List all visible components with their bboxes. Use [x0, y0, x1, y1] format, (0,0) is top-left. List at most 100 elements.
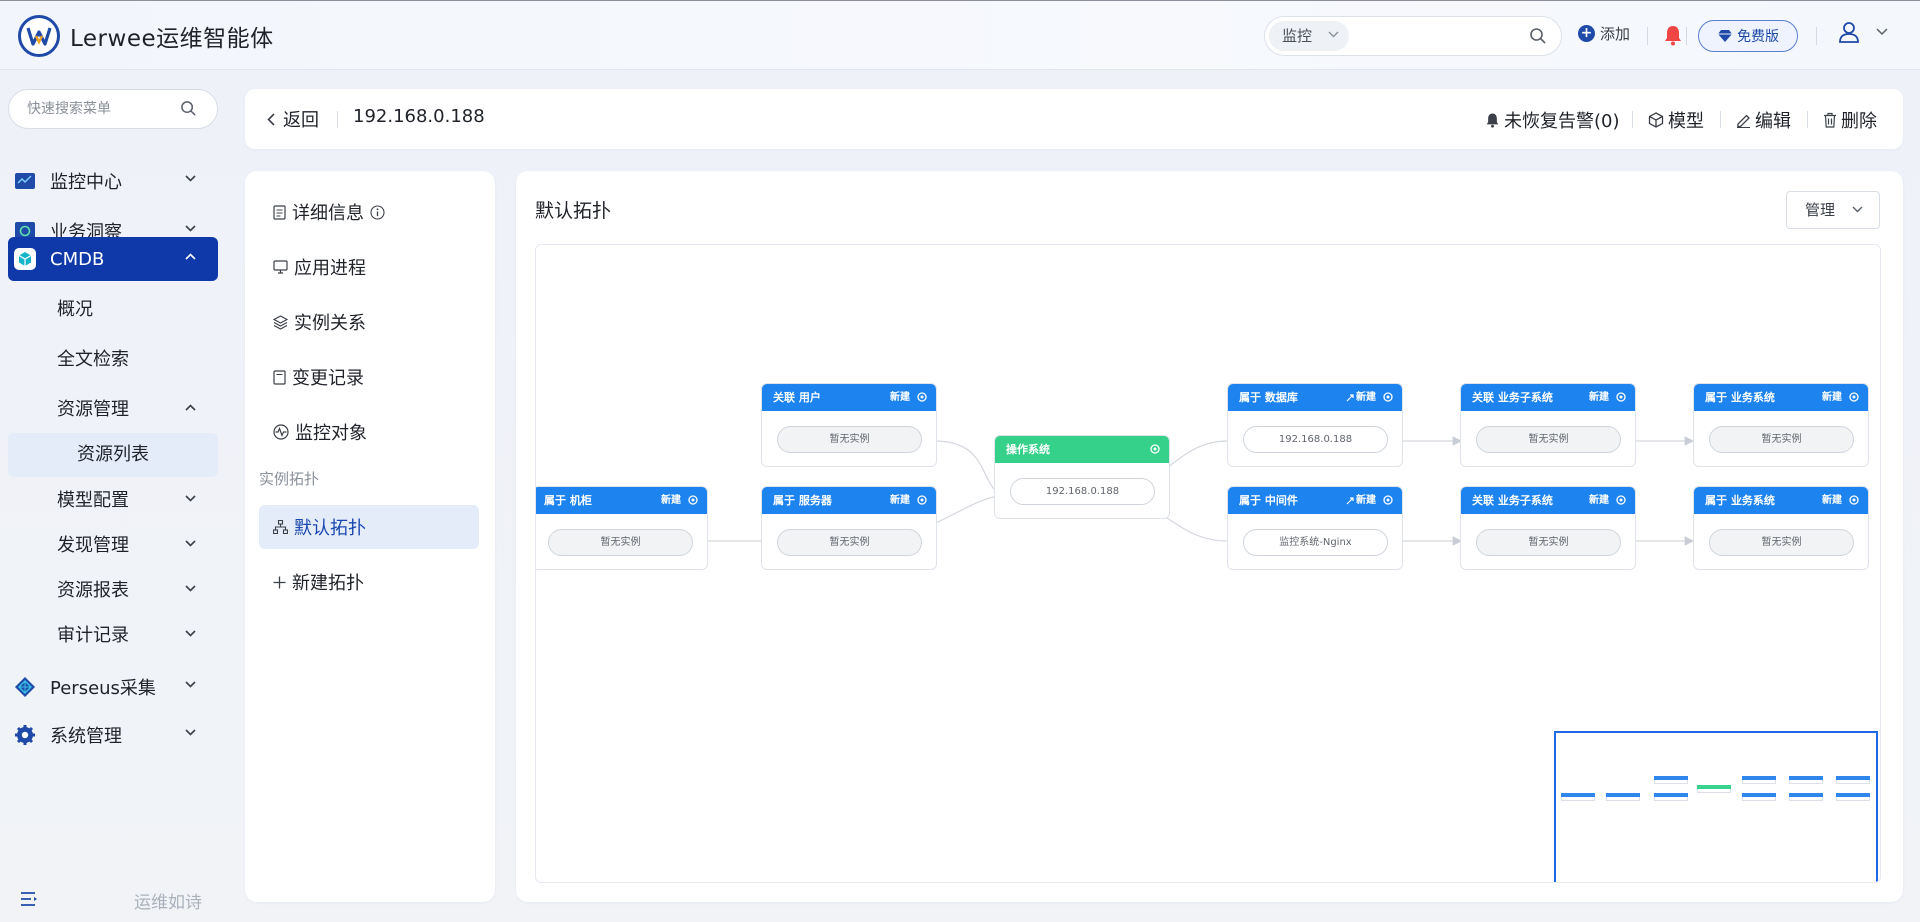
node-new-label: 新建 — [1822, 392, 1842, 403]
sidebar-item-perseus[interactable]: Perseus采集 — [8, 665, 218, 709]
node-new-button[interactable]: 新建 — [1589, 384, 1609, 411]
search-icon[interactable] — [180, 100, 197, 117]
node-new-button[interactable]: 新建 — [1589, 487, 1609, 514]
gear-icon[interactable] — [1382, 391, 1394, 403]
chevron-down-icon — [185, 225, 196, 232]
global-search[interactable]: 监控 — [1264, 16, 1562, 56]
sidebar-item-cmdb[interactable]: CMDB — [8, 237, 218, 281]
node-new-button[interactable]: 新建 — [1822, 384, 1842, 411]
gear-icon[interactable] — [1615, 494, 1627, 506]
node-new-label: 新建 — [1589, 392, 1609, 403]
topology-node[interactable]: 属于 中间件 新建 监控系统-Nginx — [1227, 486, 1403, 570]
sidebar-item-label: 资源管理 — [57, 399, 129, 420]
chevron-down-icon — [185, 585, 196, 592]
topology-node[interactable]: 关联 用户 新建 暂无实例 — [761, 383, 937, 467]
tab-app-process[interactable]: 应用进程 — [259, 245, 479, 289]
add-button[interactable]: + 添加 — [1578, 23, 1630, 44]
tab-instance-relations[interactable]: 实例关系 — [259, 300, 479, 344]
topology-node[interactable]: 属于 业务系统 新建 暂无实例 — [1693, 383, 1869, 467]
topology-node-current[interactable]: 操作系统 192.168.0.188 — [994, 435, 1170, 519]
logo-icon — [18, 15, 60, 57]
topology-node[interactable]: 属于 数据库 新建 192.168.0.188 — [1227, 383, 1403, 467]
topology-node[interactable]: 属于 服务器 新建 暂无实例 — [761, 486, 937, 570]
topology-panel: 默认拓扑 管理 属于 机柜 新建 暂无实例 关联 用户 新建 暂无实例 属于 服… — [516, 171, 1903, 902]
node-title: 属于 业务系统 — [1705, 391, 1775, 404]
delete-button[interactable]: 删除 — [1823, 107, 1877, 133]
edit-button[interactable]: 编辑 — [1736, 107, 1791, 133]
sidebar-item-resource-management[interactable]: 资源管理 — [8, 388, 218, 432]
menu-search-input[interactable]: 快速搜索菜单 — [8, 89, 218, 129]
tab-monitor-objects[interactable]: 监控对象 — [259, 410, 479, 454]
minimap-node — [1606, 793, 1640, 801]
node-instance-pill[interactable]: 192.168.0.188 — [1010, 478, 1155, 505]
node-instance-pill[interactable]: 监控系统-Nginx — [1243, 529, 1388, 556]
topology-node[interactable]: 属于 机柜 新建 暂无实例 — [536, 486, 708, 570]
node-instance-pill[interactable]: 暂无实例 — [1476, 426, 1621, 453]
node-instance-pill[interactable]: 暂无实例 — [777, 426, 922, 453]
sidebar-item-system-management[interactable]: 系统管理 — [8, 713, 218, 757]
collapse-menu-icon[interactable] — [20, 891, 38, 907]
node-new-button[interactable]: 新建 — [661, 487, 681, 514]
tab-detail-info[interactable]: 详细信息 — [259, 190, 479, 234]
node-instance-pill[interactable]: 暂无实例 — [1709, 426, 1854, 453]
manage-dropdown[interactable]: 管理 — [1786, 191, 1880, 229]
brand[interactable]: Lerwee运维智能体 — [18, 15, 274, 57]
topology-canvas[interactable]: 属于 机柜 新建 暂无实例 关联 用户 新建 暂无实例 属于 服务器 新建 暂无… — [535, 244, 1881, 883]
search-scope-label: 监控 — [1282, 27, 1313, 45]
sidebar-item-fulltext-search[interactable]: 全文检索 — [8, 338, 218, 382]
chevron-down-icon — [185, 630, 196, 637]
model-button[interactable]: 模型 — [1648, 107, 1704, 133]
topology-minimap[interactable] — [1554, 731, 1878, 882]
node-new-button[interactable]: 新建 — [1822, 487, 1842, 514]
node-new-button[interactable]: 新建 — [1346, 487, 1376, 514]
search-scope-select[interactable]: 监控 — [1269, 21, 1349, 51]
sidebar-item-overview[interactable]: 概况 — [8, 288, 218, 332]
sidebar-item-audit-log[interactable]: 审计记录 — [8, 614, 218, 658]
sidebar-item-model-config[interactable]: 模型配置 — [8, 479, 218, 523]
free-version-badge[interactable]: 免费版 — [1698, 20, 1798, 52]
sidebar-item-discovery[interactable]: 发现管理 — [8, 524, 218, 568]
gear-icon[interactable] — [1149, 443, 1161, 455]
back-button[interactable]: 返回 — [267, 106, 319, 132]
node-new-button[interactable]: 新建 — [890, 487, 910, 514]
gear-icon[interactable] — [916, 391, 928, 403]
node-instance-pill[interactable]: 暂无实例 — [548, 529, 693, 556]
sidebar-item-monitor-center[interactable]: 监控中心 — [8, 159, 218, 203]
tab-change-log[interactable]: 变更记录 — [259, 355, 479, 399]
gear-icon[interactable] — [1382, 494, 1394, 506]
nav-label: 详细信息 — [292, 203, 364, 224]
gear-icon[interactable] — [916, 494, 928, 506]
sidebar-item-resource-list[interactable]: 资源列表 — [8, 433, 218, 477]
gear-icon[interactable] — [687, 494, 699, 506]
node-title: 关联 业务子系统 — [1472, 391, 1553, 404]
info-icon[interactable] — [370, 204, 385, 220]
node-new-label: 新建 — [1356, 392, 1376, 403]
node-instance-pill[interactable]: 暂无实例 — [1709, 529, 1854, 556]
user-menu[interactable] — [1838, 21, 1888, 43]
topology-node[interactable]: 属于 业务系统 新建 暂无实例 — [1693, 486, 1869, 570]
unrecovered-alarm-button[interactable]: 未恢复告警(0) — [1485, 107, 1620, 133]
cube-icon — [14, 248, 36, 270]
tab-default-topology[interactable]: 默认拓扑 — [259, 505, 479, 549]
gear-icon[interactable] — [1848, 494, 1860, 506]
new-topology-button[interactable]: 新建拓扑 — [259, 560, 479, 604]
sidebar-item-resource-report[interactable]: 资源报表 — [8, 569, 218, 613]
topology-node[interactable]: 关联 业务子系统 新建 暂无实例 — [1460, 383, 1636, 467]
bell-icon[interactable] — [1663, 24, 1683, 46]
search-icon[interactable] — [1529, 27, 1547, 45]
node-instance-pill[interactable]: 192.168.0.188 — [1243, 426, 1388, 453]
minimap-node — [1561, 793, 1595, 801]
node-new-button[interactable]: 新建 — [890, 384, 910, 411]
menu-search-placeholder: 快速搜索菜单 — [27, 101, 111, 117]
gear-icon[interactable] — [1615, 391, 1627, 403]
node-new-label: 新建 — [1589, 495, 1609, 506]
topology-node[interactable]: 关联 业务子系统 新建 暂无实例 — [1460, 486, 1636, 570]
nav-label: 实例关系 — [294, 313, 366, 334]
gear-icon[interactable] — [1848, 391, 1860, 403]
node-new-button[interactable]: 新建 — [1346, 384, 1376, 411]
chevron-down-icon — [185, 540, 196, 547]
layers-icon — [273, 314, 288, 330]
minimap-node — [1742, 793, 1776, 801]
node-instance-pill[interactable]: 暂无实例 — [1476, 529, 1621, 556]
node-instance-pill[interactable]: 暂无实例 — [777, 529, 922, 556]
